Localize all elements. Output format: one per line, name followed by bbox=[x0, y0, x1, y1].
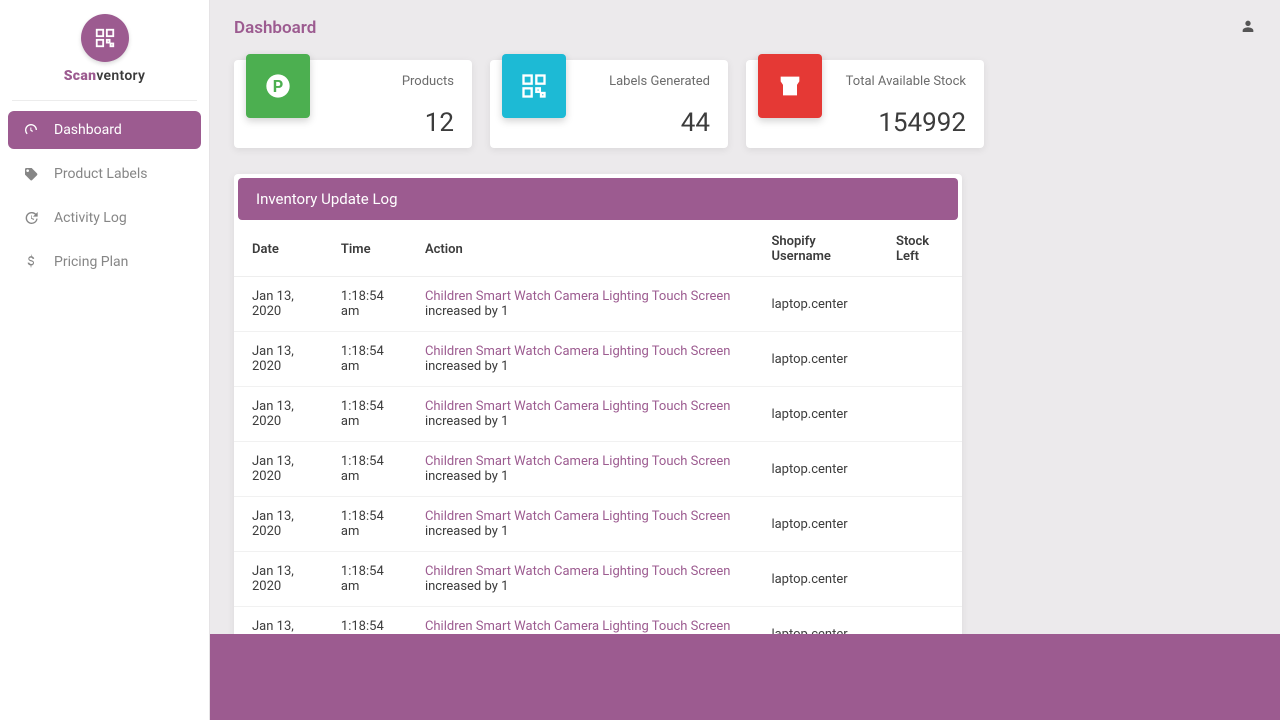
cell-time: 1:18:54 am bbox=[329, 442, 413, 497]
product-link[interactable]: Children Smart Watch Camera Lighting Tou… bbox=[425, 619, 731, 634]
table-row: Jan 13, 2020 1:18:54 am Children Smart W… bbox=[234, 332, 962, 387]
sidebar-item-product-labels[interactable]: Product Labels bbox=[8, 155, 201, 193]
qr-icon bbox=[94, 27, 116, 49]
stat-value: 154992 bbox=[878, 108, 966, 138]
action-suffix: increased by 1 bbox=[425, 359, 508, 374]
cell-action: Children Smart Watch Camera Lighting Tou… bbox=[413, 442, 760, 497]
action-suffix: increased by 1 bbox=[425, 524, 508, 539]
cell-action: Children Smart Watch Camera Lighting Tou… bbox=[413, 497, 760, 552]
store-icon bbox=[758, 54, 822, 118]
sidebar-item-pricing-plan[interactable]: Pricing Plan bbox=[8, 243, 201, 281]
cell-stock bbox=[884, 552, 962, 607]
cell-user: laptop.center bbox=[759, 277, 884, 332]
cell-action: Children Smart Watch Camera Lighting Tou… bbox=[413, 277, 760, 332]
product-link[interactable]: Children Smart Watch Camera Lighting Tou… bbox=[425, 509, 731, 524]
cell-stock bbox=[884, 332, 962, 387]
divider bbox=[12, 100, 197, 101]
product-link[interactable]: Children Smart Watch Camera Lighting Tou… bbox=[425, 399, 731, 414]
brand-block: Scanventory bbox=[0, 14, 209, 94]
cell-user: laptop.center bbox=[759, 552, 884, 607]
cell-action: Children Smart Watch Camera Lighting Tou… bbox=[413, 332, 760, 387]
cell-stock bbox=[884, 497, 962, 552]
col-shopify-username: Shopify Username bbox=[759, 220, 884, 277]
cell-stock bbox=[884, 442, 962, 497]
dollar-icon bbox=[22, 253, 40, 271]
col-date: Date bbox=[234, 220, 329, 277]
main-content: Dashboard P Products 12 Labels Generated… bbox=[210, 0, 1280, 720]
action-suffix: increased by 1 bbox=[425, 414, 508, 429]
cell-stock bbox=[884, 387, 962, 442]
page-title: Dashboard bbox=[234, 18, 1256, 38]
table-row: Jan 13, 2020 1:18:54 am Children Smart W… bbox=[234, 442, 962, 497]
cell-time: 1:18:54 am bbox=[329, 552, 413, 607]
stat-card-products: P Products 12 bbox=[234, 60, 472, 148]
qr-icon bbox=[502, 54, 566, 118]
stat-label: Products bbox=[402, 74, 454, 89]
col-action: Action bbox=[413, 220, 760, 277]
cell-date: Jan 13, 2020 bbox=[234, 387, 329, 442]
sidebar-item-label: Dashboard bbox=[54, 122, 122, 138]
user-menu-button[interactable] bbox=[1240, 18, 1256, 38]
sidebar-item-label: Activity Log bbox=[54, 210, 127, 226]
product-link[interactable]: Children Smart Watch Camera Lighting Tou… bbox=[425, 344, 731, 359]
cell-user: laptop.center bbox=[759, 332, 884, 387]
p-icon: P bbox=[246, 54, 310, 118]
cell-date: Jan 13, 2020 bbox=[234, 552, 329, 607]
stats-row: P Products 12 Labels Generated 44 Total … bbox=[234, 60, 1256, 148]
stat-value: 44 bbox=[681, 108, 710, 138]
cell-time: 1:18:54 am bbox=[329, 332, 413, 387]
brand-name: Scanventory bbox=[10, 68, 199, 84]
cell-date: Jan 13, 2020 bbox=[234, 277, 329, 332]
product-link[interactable]: Children Smart Watch Camera Lighting Tou… bbox=[425, 289, 731, 304]
gauge-icon bbox=[22, 121, 40, 139]
cell-user: laptop.center bbox=[759, 442, 884, 497]
stat-card-labels-generated: Labels Generated 44 bbox=[490, 60, 728, 148]
sidebar-nav: Dashboard Product Labels Activity Log Prici… bbox=[0, 111, 209, 281]
product-link[interactable]: Children Smart Watch Camera Lighting Tou… bbox=[425, 564, 731, 579]
col-stock-left: Stock Left bbox=[884, 220, 962, 277]
cell-time: 1:18:54 am bbox=[329, 387, 413, 442]
sidebar-item-label: Pricing Plan bbox=[54, 254, 128, 270]
tag-icon bbox=[22, 165, 40, 183]
stat-label: Total Available Stock bbox=[846, 74, 966, 89]
cell-date: Jan 13, 2020 bbox=[234, 497, 329, 552]
cell-date: Jan 13, 2020 bbox=[234, 332, 329, 387]
stat-value: 12 bbox=[425, 108, 454, 138]
action-suffix: increased by 1 bbox=[425, 304, 508, 319]
sidebar-item-label: Product Labels bbox=[54, 166, 148, 182]
user-icon bbox=[1240, 18, 1256, 34]
cell-time: 1:18:54 am bbox=[329, 497, 413, 552]
brand-logo bbox=[81, 14, 129, 62]
history-icon bbox=[22, 209, 40, 227]
action-suffix: increased by 1 bbox=[425, 579, 508, 594]
cell-action: Children Smart Watch Camera Lighting Tou… bbox=[413, 387, 760, 442]
cell-time: 1:18:54 am bbox=[329, 277, 413, 332]
sidebar-item-activity-log[interactable]: Activity Log bbox=[8, 199, 201, 237]
table-row: Jan 13, 2020 1:18:54 am Children Smart W… bbox=[234, 552, 962, 607]
stat-card-total-available-stock: Total Available Stock 154992 bbox=[746, 60, 984, 148]
sidebar-item-dashboard[interactable]: Dashboard bbox=[8, 111, 201, 149]
table-row: Jan 13, 2020 1:18:54 am Children Smart W… bbox=[234, 387, 962, 442]
col-time: Time bbox=[329, 220, 413, 277]
table-row: Jan 13, 2020 1:18:54 am Children Smart W… bbox=[234, 497, 962, 552]
action-suffix: increased by 1 bbox=[425, 469, 508, 484]
stat-label: Labels Generated bbox=[609, 74, 710, 89]
table-row: Jan 13, 2020 1:18:54 am Children Smart W… bbox=[234, 277, 962, 332]
sidebar: Scanventory Dashboard Product Labels Activ… bbox=[0, 0, 210, 720]
log-panel-header: Inventory Update Log bbox=[238, 178, 958, 220]
cell-user: laptop.center bbox=[759, 497, 884, 552]
cell-date: Jan 13, 2020 bbox=[234, 442, 329, 497]
cell-action: Children Smart Watch Camera Lighting Tou… bbox=[413, 552, 760, 607]
cell-user: laptop.center bbox=[759, 387, 884, 442]
svg-text:P: P bbox=[273, 77, 284, 96]
cell-stock bbox=[884, 277, 962, 332]
product-link[interactable]: Children Smart Watch Camera Lighting Tou… bbox=[425, 454, 731, 469]
